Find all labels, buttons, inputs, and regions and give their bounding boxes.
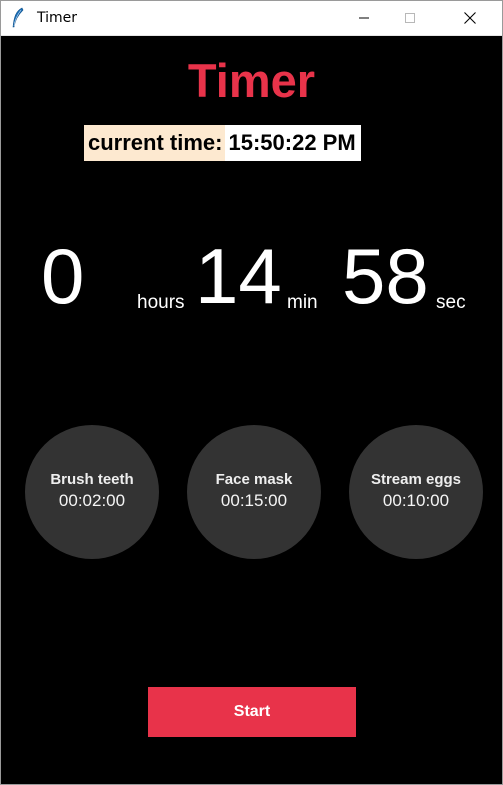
preset-brush-teeth-button[interactable]: Brush teeth 00:02:00 (25, 425, 159, 559)
preset-label: Stream eggs (370, 471, 462, 488)
preset-time: 00:15:00 (220, 491, 288, 510)
preset-label: Brush teeth (50, 471, 134, 488)
hours-unit-label: hours (137, 292, 185, 313)
minutes-value: 14 (195, 232, 282, 320)
maximize-button[interactable] (387, 1, 433, 35)
start-button[interactable]: Start (148, 687, 356, 737)
preset-label: Face mask (215, 471, 293, 488)
title-bar[interactable]: Timer (1, 1, 502, 36)
close-icon (464, 12, 476, 24)
current-time-value: 15:50:22 PM (225, 125, 361, 161)
maximize-icon (405, 13, 415, 23)
feather-icon (12, 7, 24, 28)
page-title: Timer (187, 54, 316, 107)
preset-time: 00:02:00 (58, 491, 126, 510)
seconds-value: 58 (342, 232, 429, 320)
app-window: Timer Timer current time: 15:50:22 PM 0 (0, 0, 503, 785)
window-title: Timer (37, 10, 78, 26)
minimize-icon (359, 17, 369, 19)
timer-panel: Timer current time: 15:50:22 PM 0 hours … (2, 36, 501, 784)
minutes-unit-label: min (287, 292, 318, 313)
preset-time: 00:10:00 (382, 491, 450, 510)
minimize-button[interactable] (341, 1, 387, 35)
close-button[interactable] (447, 1, 493, 35)
current-time-display: current time: 15:50:22 PM (84, 125, 361, 161)
preset-face-mask-button[interactable]: Face mask 00:15:00 (187, 425, 321, 559)
preset-stream-eggs-button[interactable]: Stream eggs 00:10:00 (349, 425, 483, 559)
seconds-unit-label: sec (436, 292, 466, 313)
hours-value: 0 (41, 232, 85, 320)
current-time-label: current time: (84, 125, 226, 161)
